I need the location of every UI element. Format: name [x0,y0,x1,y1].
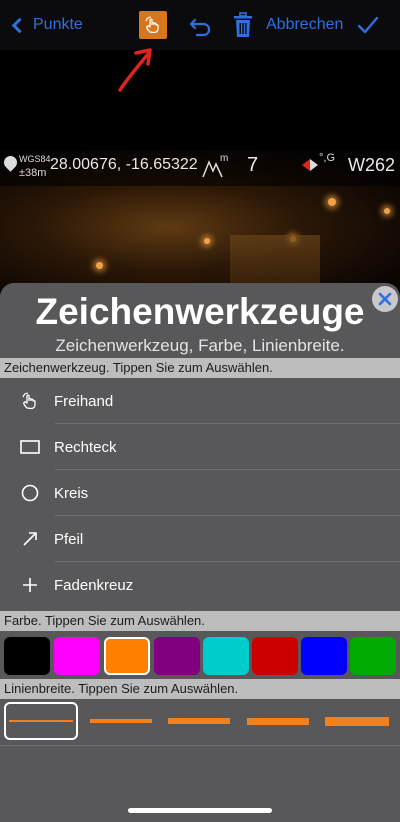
color-swatch[interactable] [252,637,298,675]
line-width-sample [90,719,152,723]
tool-fadenkreuz[interactable]: Fadenkreuz [0,562,400,608]
line-width-option[interactable] [4,702,78,740]
undo-icon[interactable] [186,12,214,40]
gps-info-bar: WGS84 ±38m 28.00676, -16.65322 m 7 °,G W… [0,150,400,186]
line-width-option[interactable] [163,702,235,740]
gps-count: 7 [247,154,259,176]
width-section-header: Linienbreite. Tippen Sie zum Auswählen. [0,679,400,699]
color-swatch[interactable] [4,637,50,675]
tools-section-header: Zeichenwerkzeug. Tippen Sie zum Auswähle… [0,358,400,378]
line-width-sample [9,720,73,722]
compass-icon [302,159,318,171]
color-section-header: Farbe. Tippen Sie zum Auswählen. [0,611,400,631]
checkmark-icon[interactable] [356,12,380,38]
color-swatch[interactable] [104,637,150,675]
compass-unit: °,G [319,152,336,164]
chevron-left-icon [11,17,28,33]
home-indicator [128,808,272,813]
hand-draw-icon [145,16,159,34]
color-palette [0,634,400,678]
line-width-selector [0,698,400,746]
arrow-icon [19,528,41,550]
back-button[interactable]: Punkte [8,12,83,38]
crosshair-icon [19,574,41,596]
tool-rechteck[interactable]: Rechteck [0,424,400,470]
gps-accuracy: ±38m [19,167,47,179]
location-pin-icon [1,153,20,172]
tool-label: Fadenkreuz [54,576,134,594]
draw-tools-button[interactable] [139,11,167,39]
line-width-sample [325,716,389,726]
annotation-arrow [118,48,152,92]
gps-heading: W262 [348,155,396,175]
gps-coordinates: 28.00676, -16.65322 [50,156,198,173]
tool-freihand[interactable]: Freihand [0,378,400,424]
rectangle-icon [19,436,41,458]
trash-icon[interactable] [232,11,254,39]
color-swatch[interactable] [203,637,249,675]
tool-label: Kreis [54,484,89,502]
line-width-option[interactable] [320,702,394,740]
line-width-sample [247,717,309,725]
color-swatch[interactable] [154,637,200,675]
color-swatch[interactable] [54,637,100,675]
line-width-sample [168,718,230,724]
gps-datum: WGS84 [19,154,51,164]
line-width-option[interactable] [242,702,314,740]
hand-draw-icon [19,390,41,412]
tool-label: Rechteck [54,438,117,456]
sheet-subtitle: Zeichenwerkzeug, Farbe, Linienbreite. [55,336,345,355]
tool-kreis[interactable]: Kreis [0,470,400,516]
circle-icon [19,482,41,504]
color-swatch[interactable] [350,637,396,675]
tool-label: Freihand [54,392,114,410]
close-button[interactable] [372,286,398,312]
top-navigation-bar: Punkte Abbrechen [0,0,400,50]
close-icon [378,292,392,306]
line-width-option[interactable] [85,702,157,740]
cancel-button[interactable]: Abbrechen [266,16,343,34]
tool-pfeil[interactable]: Pfeil [0,516,400,562]
altitude-unit: m [220,153,229,164]
drawing-tools-sheet: Zeichenwerkzeuge Zeichenwerkzeug, Farbe,… [0,283,400,822]
color-swatch[interactable] [301,637,347,675]
sheet-title: Zeichenwerkzeuge [35,291,365,332]
back-button-label: Punkte [33,16,83,33]
tool-label: Pfeil [54,530,84,548]
